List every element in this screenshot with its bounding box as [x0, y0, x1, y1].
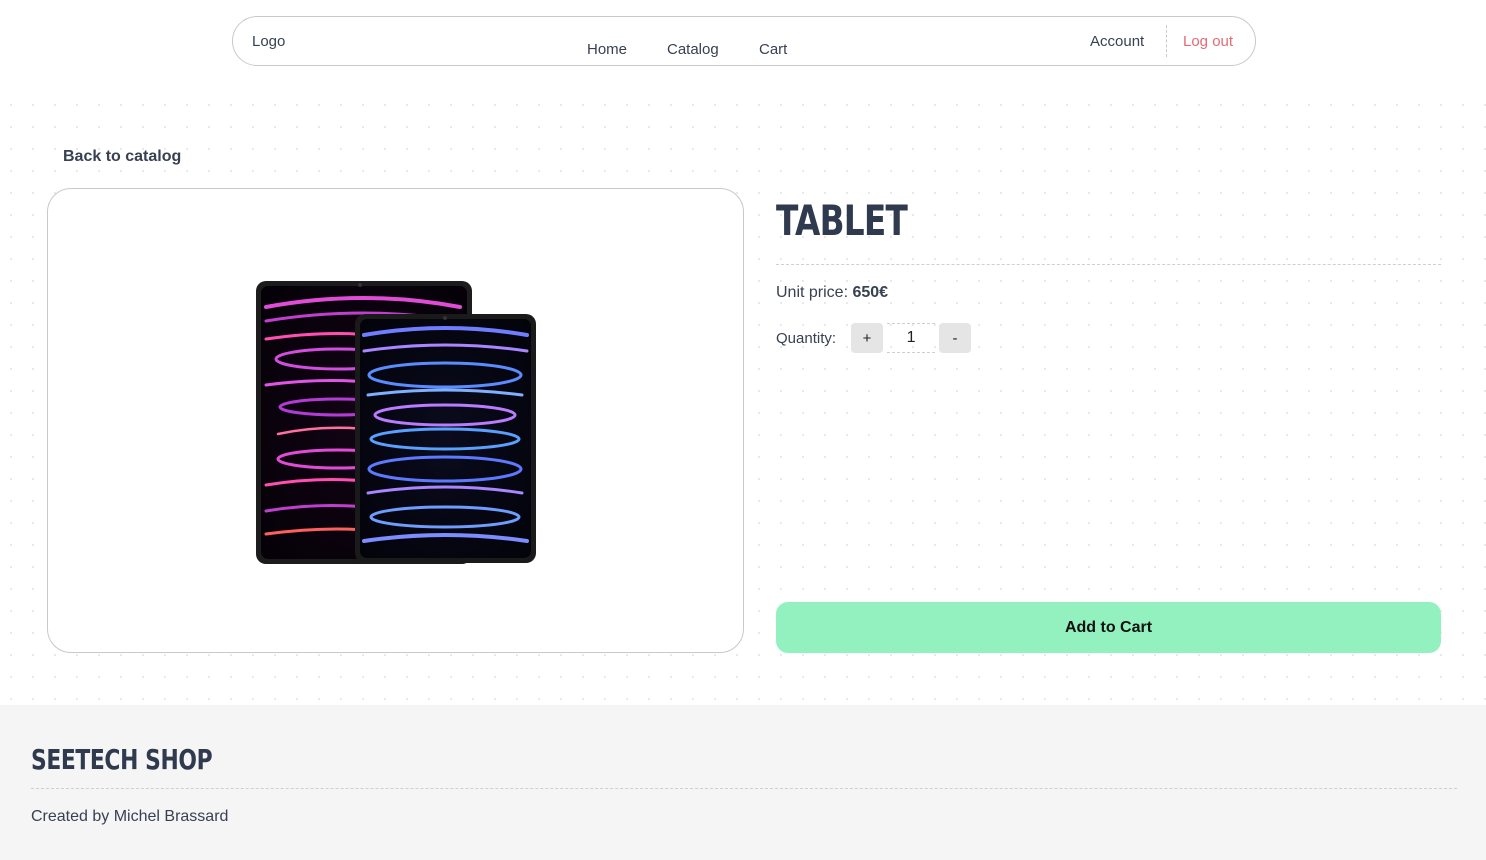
title-divider	[776, 264, 1441, 265]
logo[interactable]: Logo	[252, 33, 285, 50]
footer-divider	[31, 788, 1457, 789]
nav-cart-link[interactable]: Cart	[759, 41, 787, 58]
nav-home-link[interactable]: Home	[587, 41, 627, 58]
footer: SEETECH SHOP Created by Michel Brassard	[0, 705, 1486, 860]
navbar: Logo Home Catalog Cart Account Log out	[232, 16, 1256, 66]
add-to-cart-button[interactable]: Add to Cart	[776, 602, 1441, 653]
unit-price: Unit price: 650€	[776, 284, 888, 302]
logout-link[interactable]: Log out	[1183, 33, 1233, 50]
footer-credit: Created by Michel Brassard	[31, 808, 229, 825]
back-to-catalog-link[interactable]: Back to catalog	[63, 148, 181, 166]
quantity-decrement-button[interactable]: -	[939, 323, 972, 353]
quantity-row: Quantity: + -	[776, 323, 972, 353]
tablet-product-image	[256, 281, 536, 564]
nav-account-link[interactable]: Account	[1090, 33, 1144, 50]
price-value: 650€	[852, 284, 889, 301]
product-title: TABLET	[776, 196, 908, 245]
quantity-increment-button[interactable]: +	[851, 323, 884, 353]
quantity-label: Quantity:	[776, 329, 837, 347]
footer-title: SEETECH SHOP	[31, 743, 213, 776]
nav-catalog-link[interactable]: Catalog	[667, 41, 719, 58]
nav-divider	[1166, 25, 1167, 57]
quantity-input[interactable]	[887, 323, 936, 353]
top-bar: Logo Home Catalog Cart Account Log out	[0, 0, 1486, 92]
product-image-card	[47, 188, 744, 653]
price-label: Unit price:	[776, 284, 849, 301]
